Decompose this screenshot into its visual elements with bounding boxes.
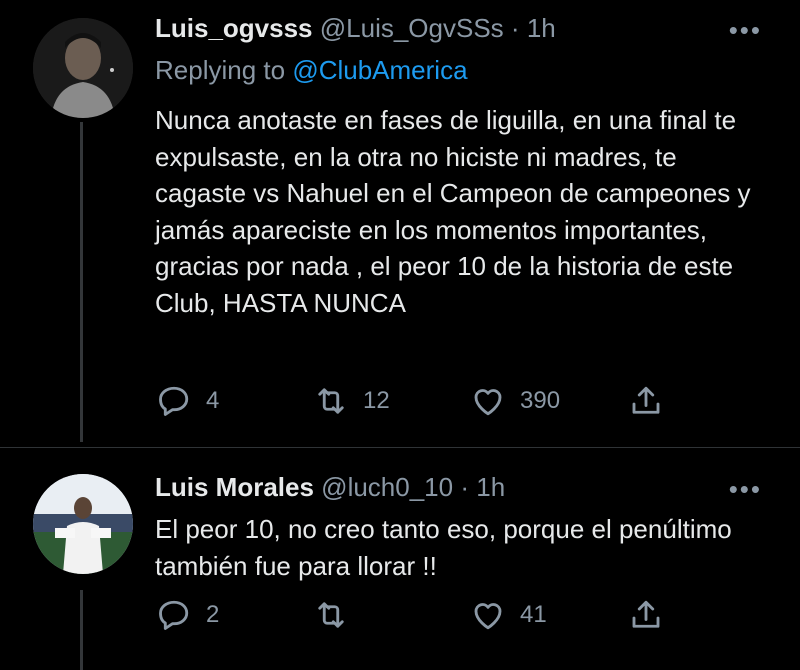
reply-count: 4 — [206, 387, 220, 414]
share-icon — [632, 386, 660, 414]
avatar[interactable] — [33, 18, 133, 118]
handle[interactable]: @Luis_OgvSSs — [320, 13, 504, 43]
like-count: 390 — [520, 387, 561, 414]
timestamp[interactable]: 1h — [527, 13, 556, 43]
display-name[interactable]: Luis Morales — [155, 472, 314, 502]
retweet-icon — [318, 602, 344, 628]
mention-link[interactable]: @ClubAmerica — [292, 55, 467, 85]
like-button[interactable]: 390 — [470, 383, 560, 419]
reply-button[interactable]: 4 — [156, 383, 219, 419]
reply-button[interactable]: 2 — [156, 597, 219, 633]
timestamp[interactable]: 1h — [476, 472, 505, 502]
tweet-text: Nunca anotaste en fases de liguilla, en … — [155, 105, 751, 318]
retweet-icon — [318, 388, 344, 414]
tweet-text: El peor 10, no creo tanto eso, porque el… — [155, 514, 732, 581]
tweet-header: Luis_ogvsss @Luis_OgvSSs · 1h — [155, 13, 556, 44]
share-icon — [632, 600, 660, 628]
tweet-1[interactable]: Luis_ogvsss @Luis_OgvSSs · 1h ••• Replyi… — [0, 0, 800, 442]
share-button[interactable] — [628, 597, 664, 633]
avatar[interactable] — [33, 474, 133, 574]
tweet-2[interactable]: Luis Morales @luch0_10 · 1h ••• El peor … — [0, 448, 800, 670]
like-button[interactable]: 41 — [470, 597, 547, 633]
share-button[interactable] — [628, 383, 664, 419]
reply-icon — [159, 600, 189, 630]
tweet-header: Luis Morales @luch0_10 · 1h — [155, 472, 505, 503]
separator-dot: · — [460, 472, 470, 502]
like-icon — [474, 603, 502, 630]
retweet-button[interactable] — [313, 597, 363, 633]
display-name[interactable]: Luis_ogvsss — [155, 13, 313, 43]
retweet-button[interactable]: 12 — [313, 383, 390, 419]
more-icon[interactable]: ••• — [729, 15, 762, 46]
replying-to: Replying to @ClubAmerica — [155, 55, 468, 86]
tweet-actions: 2 41 — [0, 597, 800, 637]
tweet-actions: 4 12 390 — [0, 383, 800, 423]
replying-prefix: Replying to — [155, 55, 293, 85]
retweet-count: 12 — [363, 387, 390, 414]
like-icon — [474, 389, 502, 416]
reply-count: 2 — [206, 601, 220, 628]
like-count: 41 — [520, 601, 547, 628]
more-icon[interactable]: ••• — [729, 474, 762, 505]
separator-dot: · — [510, 13, 520, 43]
reply-icon — [159, 386, 189, 416]
handle[interactable]: @luch0_10 — [321, 472, 453, 502]
